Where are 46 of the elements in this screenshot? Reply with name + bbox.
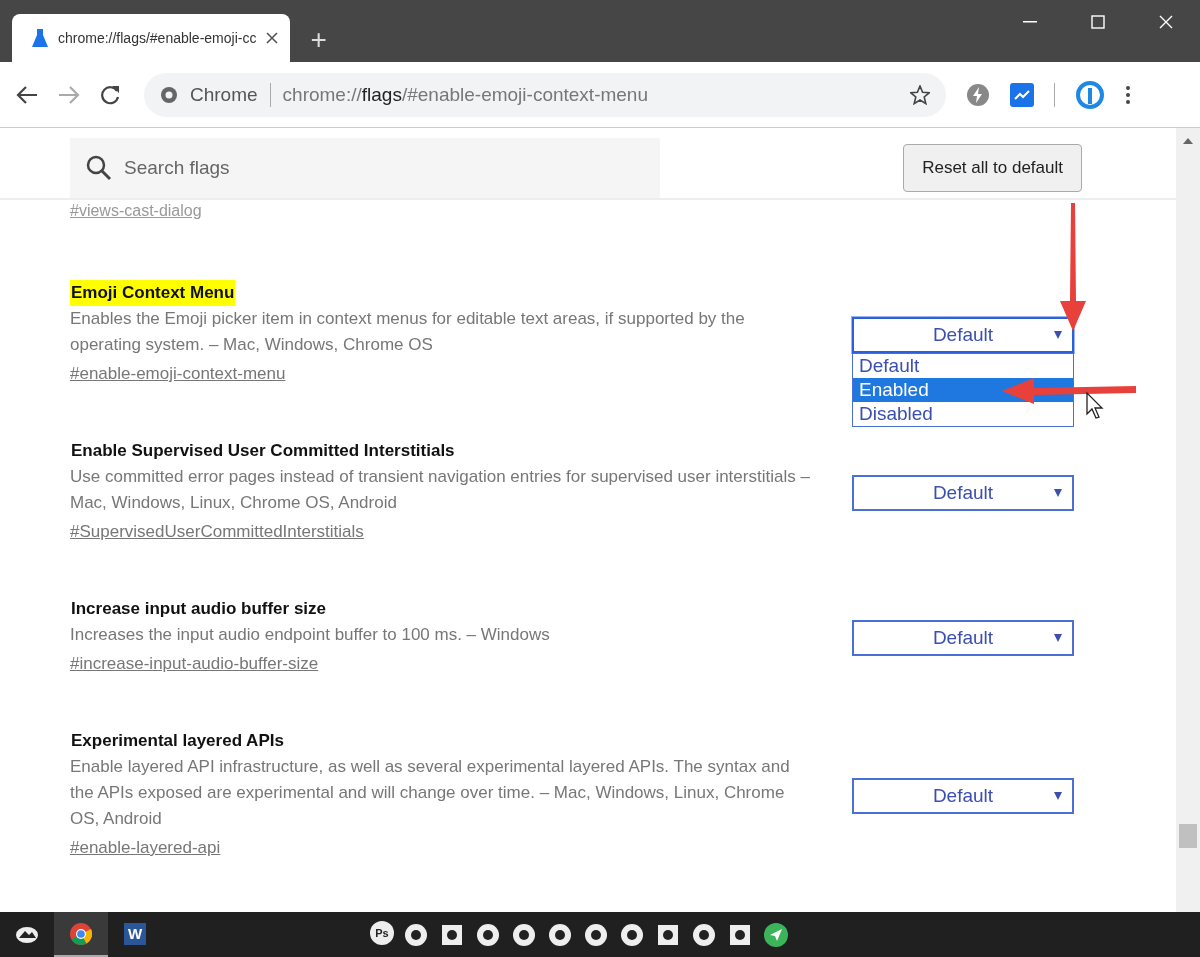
search-field[interactable]: Search flags xyxy=(70,138,660,198)
flag-title: Experimental layered APIs xyxy=(70,730,285,752)
maximize-icon[interactable] xyxy=(1091,15,1105,29)
search-icon xyxy=(86,155,112,181)
flag-link[interactable]: #SupervisedUserCommittedInterstitials xyxy=(70,516,364,548)
reset-all-button[interactable]: Reset all to default xyxy=(903,144,1082,192)
menu-icon[interactable] xyxy=(1125,84,1131,105)
chrome-logo-icon xyxy=(160,85,178,104)
send-icon[interactable] xyxy=(764,922,788,947)
taskbar-button[interactable]: W xyxy=(108,912,162,957)
new-tab-button[interactable]: + xyxy=(304,24,333,56)
flag-title: Emoji Context Menu xyxy=(70,280,236,306)
flag-title: Increase input audio buffer size xyxy=(70,598,328,620)
browser-tab[interactable]: chrome://flags/#enable-emoji-cc xyxy=(12,14,291,62)
flag-title: Enable Supervised User Committed Interstitials xyxy=(70,440,456,462)
chrome-icon[interactable] xyxy=(70,922,92,945)
flag-link[interactable]: #increase-input-audio-buffer-size xyxy=(70,648,319,680)
tab-title: chrome://flags/#enable-emoji-cc xyxy=(58,30,257,46)
photoshop-icon[interactable]: Ps xyxy=(370,920,394,945)
flag-description: Increases the input audio endpoint buffer to 100 ms. – Windows xyxy=(70,624,550,646)
flag-description: Enables the Emoji picker item in context menus for editable text areas, if supported by the operating system. – Mac, Windows, Chrome OS xyxy=(70,308,746,356)
cursor-icon xyxy=(1086,392,1104,420)
lightning-icon[interactable] xyxy=(966,82,990,107)
scroll-up-icon[interactable] xyxy=(1183,138,1193,144)
flask-icon xyxy=(32,29,48,47)
flag-dropdown[interactable]: Default xyxy=(852,778,1074,814)
back-icon[interactable] xyxy=(16,84,38,105)
flag-description: Use committed error pages instead of transient navigation entries for supervised user interstitials – Mac, Windows, Linux, Chrome OS, Android xyxy=(70,466,811,514)
star-icon[interactable] xyxy=(910,84,930,105)
flag-dropdown[interactable]: Default xyxy=(852,620,1074,656)
power-icon[interactable] xyxy=(1075,79,1105,110)
flag-dropdown[interactable]: Default xyxy=(852,317,1074,353)
scrollbar[interactable] xyxy=(1176,128,1200,912)
address-bar[interactable]: Chrome chrome://flags/#enable-emoji-context-menu xyxy=(144,72,946,117)
scroll-thumb[interactable] xyxy=(1179,824,1197,848)
chart-extension-icon[interactable] xyxy=(1010,82,1034,107)
taskbar-button[interactable] xyxy=(54,912,108,957)
flag-dropdown[interactable]: Default xyxy=(852,475,1074,511)
reload-icon[interactable] xyxy=(100,84,120,105)
word-icon[interactable]: W xyxy=(124,922,146,945)
flag-description: Enable layered API infrastructure, as well as several experimental layered APIs. The syntax and the APIs exposed are experimental and will change over time. – Mac, Windows, Linux, Chrome OS, Android xyxy=(70,756,791,830)
site-label: Chrome xyxy=(190,83,258,106)
close-icon[interactable] xyxy=(266,32,279,44)
url-text: chrome://flags/#enable-emoji-context-menu xyxy=(282,83,649,106)
flag-link[interactable]: #enable-emoji-context-menu xyxy=(70,358,286,390)
flag-link[interactable]: #enable-layered-api xyxy=(70,832,221,864)
